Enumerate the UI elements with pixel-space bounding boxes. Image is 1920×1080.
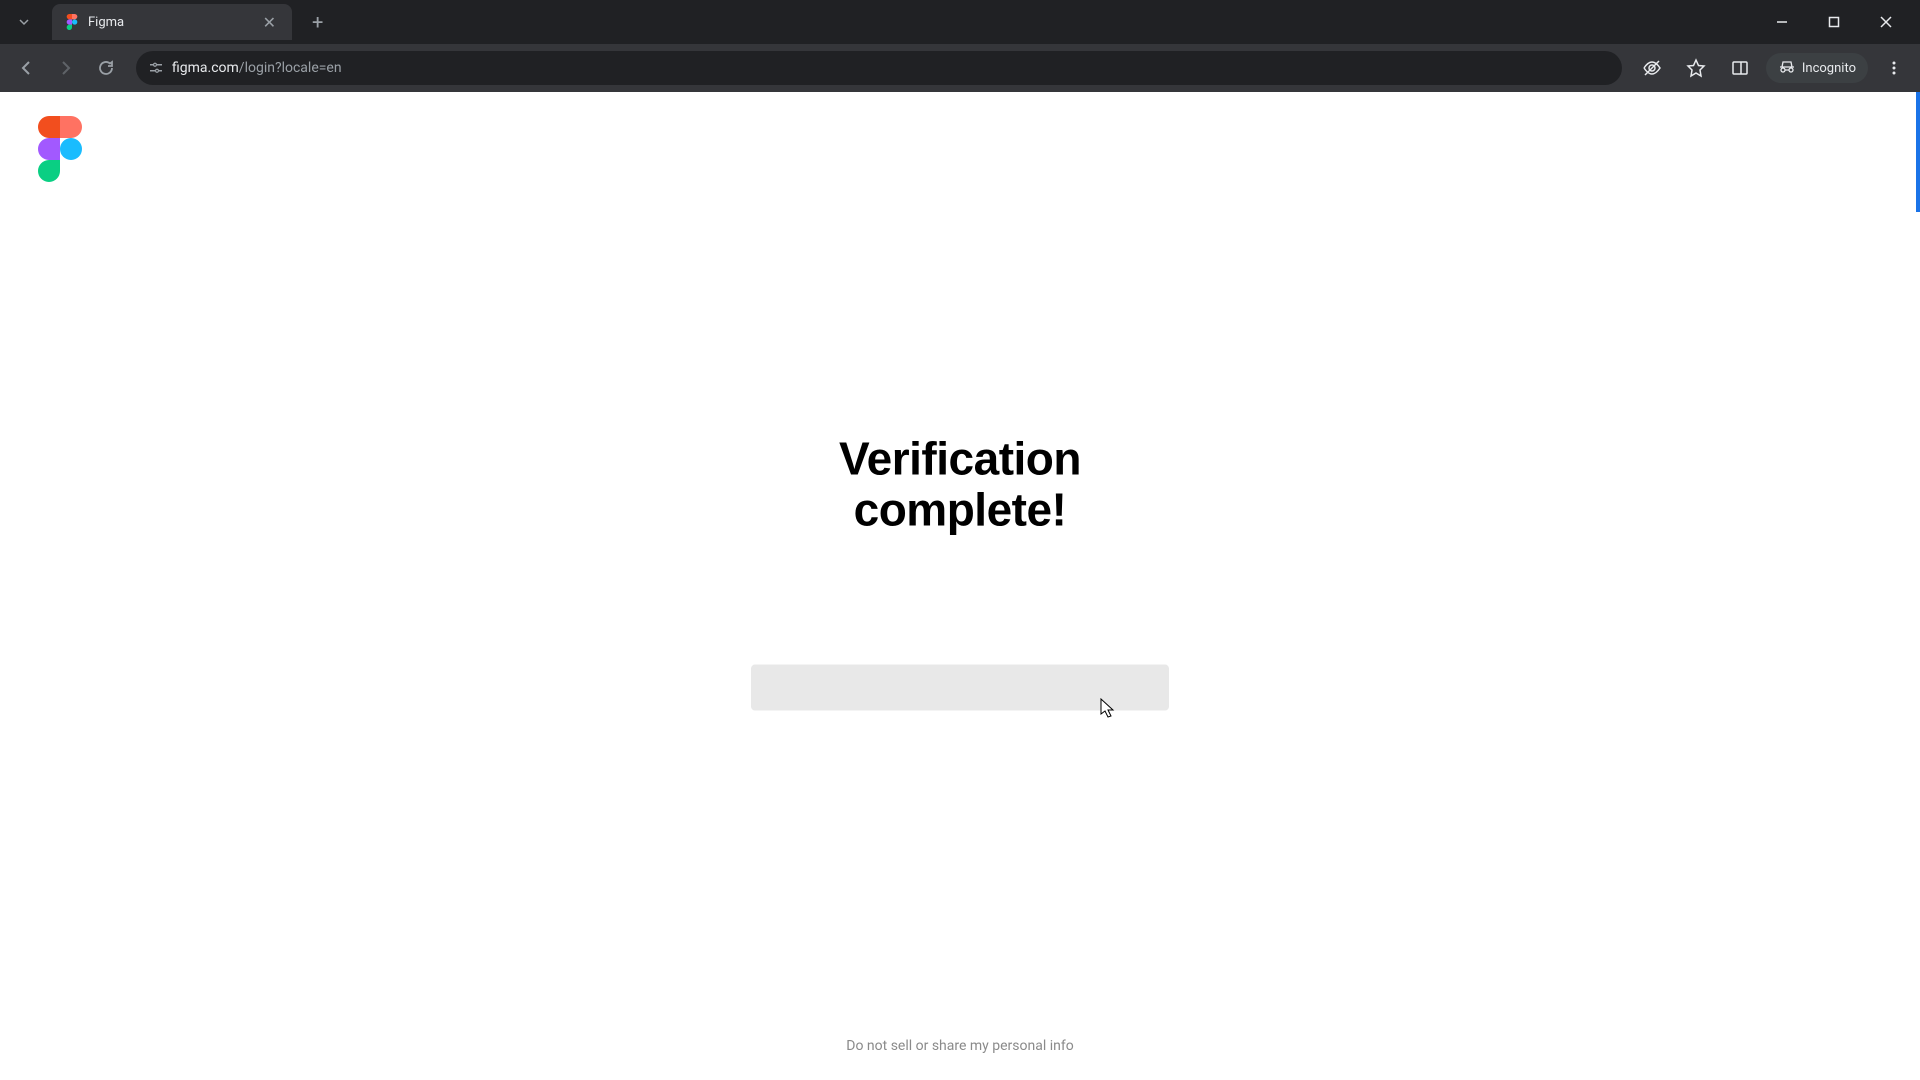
figma-logo-icon[interactable] [38, 116, 82, 182]
tab-title: Figma [88, 15, 259, 30]
privacy-link[interactable]: Do not sell or share my personal info [846, 1038, 1073, 1054]
new-tab-button[interactable]: + [304, 6, 331, 38]
main-content: Verificationcomplete! [750, 434, 1170, 711]
incognito-badge[interactable]: Incognito [1766, 53, 1868, 83]
figma-favicon-icon [64, 14, 80, 30]
eye-off-icon[interactable] [1634, 50, 1670, 86]
tabs-dropdown-icon[interactable] [4, 2, 44, 42]
close-window-button[interactable] [1864, 6, 1908, 38]
incognito-label: Incognito [1802, 61, 1856, 76]
url-text: figma.com/login?locale=en [172, 60, 342, 76]
minimize-button[interactable] [1760, 6, 1804, 38]
back-button[interactable] [8, 50, 44, 86]
page-title: Verificationcomplete! [839, 434, 1081, 535]
loading-placeholder [751, 665, 1169, 711]
site-settings-icon[interactable] [148, 60, 164, 76]
incognito-icon [1778, 59, 1796, 77]
close-tab-icon[interactable]: ✕ [259, 11, 280, 34]
scroll-indicator [1916, 92, 1920, 212]
maximize-button[interactable] [1812, 6, 1856, 38]
browser-tab[interactable]: Figma ✕ [52, 4, 292, 40]
forward-button[interactable] [48, 50, 84, 86]
side-panel-icon[interactable] [1722, 50, 1758, 86]
menu-icon[interactable] [1876, 50, 1912, 86]
browser-toolbar: figma.com/login?locale=en Incognito [0, 44, 1920, 92]
bookmark-star-icon[interactable] [1678, 50, 1714, 86]
page-content: Verificationcomplete! Do not sell or sha… [0, 92, 1920, 1080]
browser-tab-bar: Figma ✕ + [0, 0, 1920, 44]
reload-button[interactable] [88, 50, 124, 86]
window-controls [1760, 6, 1920, 38]
address-bar[interactable]: figma.com/login?locale=en [136, 51, 1622, 85]
